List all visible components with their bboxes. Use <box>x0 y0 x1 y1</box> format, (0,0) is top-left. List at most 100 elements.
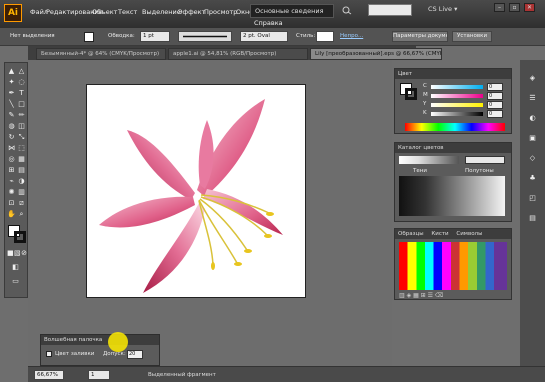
tab-lily[interactable]: Lily [преобразованный].eps @ 66,67% (CMY… <box>310 48 442 60</box>
tab-brushes[interactable]: Кисти <box>431 231 448 237</box>
none-mode-icon[interactable]: ⊘ <box>21 249 27 258</box>
gradient-mode-icon[interactable]: ▧ <box>14 249 21 258</box>
channel-value[interactable]: 0 <box>487 92 503 100</box>
search-icon[interactable] <box>340 5 360 15</box>
stroke-color-icon[interactable] <box>14 231 26 243</box>
color-panel: Цвет C 0 M 0 Y 0 K 0 <box>394 68 512 134</box>
rotate-tool-icon[interactable]: ↻ <box>7 133 16 142</box>
tab-symbols[interactable]: Символы <box>456 231 482 237</box>
swatch-grid[interactable] <box>399 242 507 290</box>
zoom-select[interactable]: 66,67% <box>34 370 64 380</box>
channel-label: K <box>423 110 427 116</box>
perspective-grid-tool-icon[interactable]: ▦ <box>17 155 26 164</box>
color-guide-title: Каталог цветов <box>395 143 511 153</box>
color-guide-panel: Каталог цветов Тени Полутоны <box>394 142 512 222</box>
artboard-tool-icon[interactable]: ⊡ <box>7 199 16 208</box>
panel-icon-4[interactable]: ▣ <box>528 134 537 143</box>
type-tool-icon[interactable]: T <box>17 89 26 98</box>
drawing-mode-icon[interactable]: ◧ <box>11 263 20 272</box>
lily-artwork[interactable] <box>87 85 305 297</box>
swatches-tabs: Образцы Кисти Символы <box>395 229 511 239</box>
mesh-tool-icon[interactable]: ⊞ <box>7 166 16 175</box>
panel-icon-8[interactable]: ▤ <box>528 214 537 223</box>
screen-mode-icon[interactable]: ▭ <box>11 277 20 286</box>
channel-value[interactable]: 0 <box>487 110 503 118</box>
minimize-button[interactable]: – <box>494 3 505 12</box>
swatch-footer-icons[interactable]: ▥ ◈ ▦ ⊞ ☰ ⌫ <box>399 292 443 299</box>
symbol-sprayer-tool-icon[interactable]: ✺ <box>7 188 16 197</box>
blend-tool-icon[interactable]: ◑ <box>17 177 26 186</box>
stroke-width-select[interactable]: 1 pt <box>140 31 170 42</box>
fill-swatch[interactable] <box>84 32 94 42</box>
menu-text[interactable]: Текст <box>118 8 137 16</box>
zoom-tool-icon[interactable]: ⌕ <box>17 210 26 219</box>
channel-slider[interactable] <box>431 103 483 107</box>
panel-icon-3[interactable]: ◐ <box>528 114 537 123</box>
panel-icon-1[interactable]: ◈ <box>528 74 537 83</box>
shape-builder-tool-icon[interactable]: ◎ <box>7 155 16 164</box>
free-transform-tool-icon[interactable]: ⬚ <box>17 144 26 153</box>
slice-tool-icon[interactable]: ⧄ <box>17 199 26 208</box>
menu-help[interactable]: Справка <box>254 19 283 27</box>
panel-icon-2[interactable]: ☰ <box>528 94 537 103</box>
fill-color-checkbox[interactable] <box>46 351 52 357</box>
close-button[interactable]: ✕ <box>524 3 535 12</box>
control-bar: Нет выделения Обводка: 1 pt 2 pt. Oval С… <box>0 28 545 46</box>
menu-select[interactable]: Выделение <box>142 8 181 16</box>
lasso-tool-icon[interactable]: ◌ <box>17 78 26 87</box>
variable-width-select[interactable] <box>178 31 232 42</box>
style-select[interactable] <box>316 31 334 42</box>
channel-value[interactable]: 0 <box>487 101 503 109</box>
preferences-button[interactable]: Установки <box>452 31 492 42</box>
tab-apple1[interactable]: apple1.ai @ 54,81% (RGB/Просмотр) <box>168 48 308 60</box>
pencil-tool-icon[interactable]: ✏ <box>17 111 26 120</box>
maximize-button[interactable]: ▫ <box>509 3 520 12</box>
channel-slider[interactable] <box>431 94 483 98</box>
width-tool-icon[interactable]: ⋈ <box>7 144 16 153</box>
color-spectrum[interactable] <box>405 123 505 131</box>
direct-selection-tool-icon[interactable]: △ <box>17 67 26 76</box>
cs-live-button[interactable]: CS Live ▾ <box>428 5 457 13</box>
channel-slider[interactable] <box>431 112 483 116</box>
magic-wand-tool-icon[interactable]: ✦ <box>7 78 16 87</box>
panel-icon-5[interactable]: ◇ <box>528 154 537 163</box>
artboard[interactable] <box>86 84 306 298</box>
panel-icon-6[interactable]: ♣ <box>528 174 537 183</box>
tolerance-input[interactable]: 20 <box>127 350 143 359</box>
menu-object[interactable]: Объект <box>92 8 117 16</box>
channel-slider[interactable] <box>431 85 483 89</box>
menu-view[interactable]: Просмотр <box>204 8 237 16</box>
brush-select[interactable]: 2 pt. Oval <box>240 31 288 42</box>
channel-value[interactable]: 0 <box>487 83 503 91</box>
tab-swatches[interactable]: Образцы <box>398 231 424 237</box>
search-input[interactable] <box>368 4 412 16</box>
artboard-number[interactable]: 1 <box>88 370 110 380</box>
color-stroke-icon[interactable] <box>405 88 417 100</box>
workspace-switcher[interactable]: Основные сведения <box>250 4 334 18</box>
scale-tool-icon[interactable]: ⤡ <box>17 133 26 142</box>
column-graph-tool-icon[interactable]: ▥ <box>17 188 26 197</box>
channel-label: C <box>423 83 427 89</box>
eyedropper-tool-icon[interactable]: ⌁ <box>7 177 16 186</box>
cursor-highlight <box>108 332 128 352</box>
rectangle-tool-icon[interactable]: □ <box>17 100 26 109</box>
hand-tool-icon[interactable]: ✋ <box>7 210 16 219</box>
harmony-rules-select[interactable] <box>465 156 505 164</box>
style-label: Стиль: <box>296 33 316 39</box>
tab-untitled-4[interactable]: Безымянный-4* @ 64% (CMYK/Просмотр) <box>36 48 166 60</box>
selection-tool-icon[interactable]: ▲ <box>7 67 16 76</box>
paintbrush-tool-icon[interactable]: ✎ <box>7 111 16 120</box>
color-mode-icon[interactable]: ■ <box>7 249 14 258</box>
menu-effect[interactable]: Эффект <box>178 8 205 16</box>
shades-label: Тени <box>413 168 427 174</box>
panel-icon-7[interactable]: ◰ <box>528 194 537 203</box>
eraser-tool-icon[interactable]: ◫ <box>17 122 26 131</box>
color-guide-grid[interactable] <box>399 176 505 216</box>
document-setup-button[interactable]: Параметры документа <box>392 31 448 42</box>
opacity-link[interactable]: Непро... <box>340 33 363 39</box>
blob-brush-tool-icon[interactable]: ◍ <box>7 122 16 131</box>
pen-tool-icon[interactable]: ✒ <box>7 89 16 98</box>
gradient-tool-icon[interactable]: ▤ <box>17 166 26 175</box>
line-tool-icon[interactable]: ╲ <box>7 100 16 109</box>
harmony-strip[interactable] <box>399 156 459 164</box>
